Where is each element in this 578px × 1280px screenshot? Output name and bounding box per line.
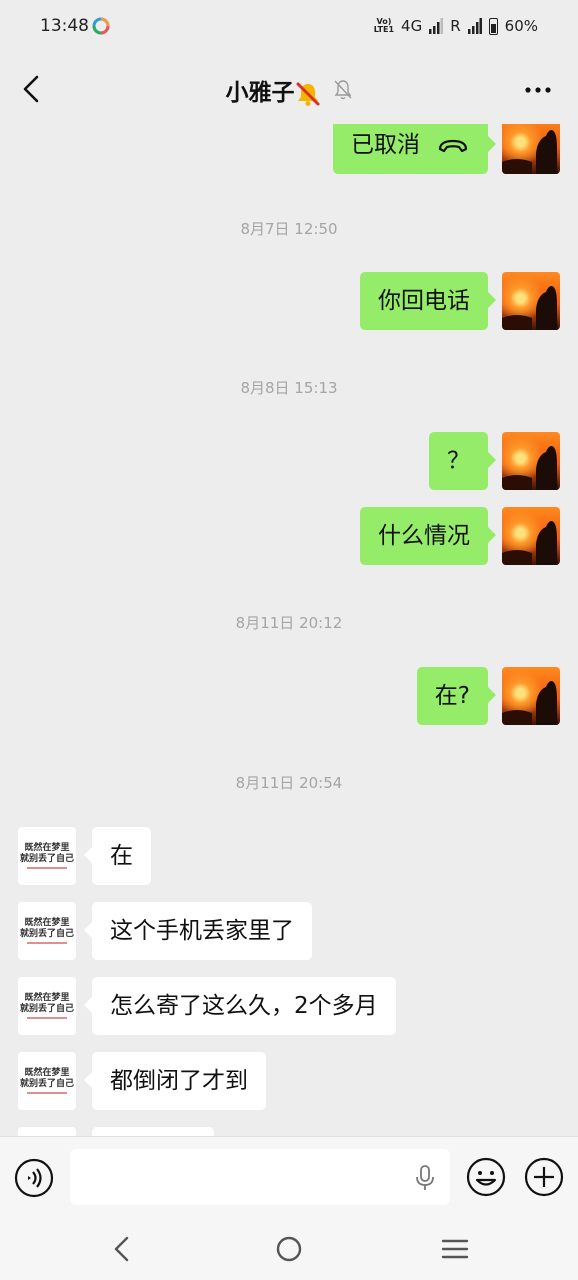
message-row-outgoing: ？	[429, 432, 560, 490]
message-bubble[interactable]: 怎么寄了这么久，2个多月	[84, 977, 396, 1035]
avatar-scribble	[27, 1092, 67, 1094]
contact-avatar-line1: 既然在梦里	[24, 843, 70, 853]
volte-indicator: Vo) LTE1	[373, 17, 395, 34]
signal-icon	[429, 18, 444, 34]
battery-percent: 60%	[504, 17, 538, 35]
message-row-incoming: 既然在梦里 就别丢了自己 怎么寄了这么久，2个多月	[18, 977, 396, 1035]
timestamp: 8月7日 12:50	[240, 220, 338, 238]
my-avatar[interactable]	[502, 432, 560, 490]
contact-avatar-line1: 既然在梦里	[24, 993, 70, 1003]
timestamp: 8月11日 20:12	[235, 614, 343, 632]
contact-avatar-line2: 就别丢了自己	[19, 1079, 74, 1089]
app-notification-icon	[92, 17, 110, 35]
message-bubble[interactable]: 在?	[416, 667, 497, 725]
signal-icon-2	[467, 18, 482, 34]
message-bubble[interactable]: 什么情况	[360, 507, 496, 565]
message-row-incoming: 既然在梦里 就别丢了自己 在	[18, 827, 151, 885]
system-nav-bar	[0, 1218, 578, 1280]
network-4g-label: 4G	[401, 17, 423, 35]
avatar-scribble	[27, 867, 67, 869]
plus-icon[interactable]	[523, 1156, 565, 1198]
status-time: 13:48	[40, 16, 89, 36]
call-record-bubble[interactable]: 已取消	[333, 124, 496, 174]
message-row-outgoing: 在?	[416, 667, 560, 725]
nav-recent-icon[interactable]	[441, 1238, 469, 1260]
my-avatar[interactable]	[502, 272, 560, 330]
voice-icon[interactable]	[14, 1158, 54, 1198]
battery-icon	[488, 17, 498, 35]
contact-avatar-line2: 就别丢了自己	[19, 929, 74, 939]
mute-icon	[333, 80, 352, 100]
contact-avatar[interactable]: 既然在梦里 就别丢了自己	[18, 1052, 76, 1110]
mic-icon[interactable]	[414, 1165, 436, 1191]
contact-name: 小雅子	[225, 80, 295, 106]
contact-avatar[interactable]: 既然在梦里 就别丢了自己	[18, 902, 76, 960]
more-icon[interactable]	[524, 86, 552, 94]
message-row-outgoing: 什么情况	[360, 507, 560, 565]
message-bubble[interactable]: 都倒闭了才到	[84, 1052, 266, 1110]
contact-avatar[interactable]: 既然在梦里 就别丢了自己	[18, 827, 76, 885]
message-bubble[interactable]: ？	[429, 432, 496, 490]
contact-avatar-line2: 就别丢了自己	[19, 854, 74, 864]
message-bubble[interactable]: 在	[84, 827, 151, 885]
message-bubble-partial[interactable]	[92, 1127, 214, 1136]
contact-avatar[interactable]	[18, 1127, 76, 1136]
nav-home-icon[interactable]	[276, 1236, 302, 1262]
message-bubble[interactable]: 你回电话	[360, 272, 496, 330]
contact-avatar-line1: 既然在梦里	[24, 1068, 70, 1078]
message-row-incoming: 既然在梦里 就别丢了自己 这个手机丢家里了	[18, 902, 312, 960]
call-hangup-icon	[438, 139, 468, 152]
timestamp: 8月8日 15:13	[240, 379, 338, 397]
my-avatar[interactable]	[502, 507, 560, 565]
contact-avatar[interactable]: 既然在梦里 就别丢了自己	[18, 977, 76, 1035]
input-bar	[0, 1136, 578, 1219]
avatar-scribble	[27, 1017, 67, 1019]
message-row-outgoing: 你回电话	[360, 272, 560, 330]
message-row-incoming-partial	[18, 1127, 214, 1136]
network-roaming-label: R	[450, 17, 461, 35]
message-input[interactable]	[70, 1149, 450, 1205]
nav-back-icon[interactable]	[110, 1236, 134, 1262]
chat-title-area[interactable]: 小雅子	[0, 73, 578, 107]
call-status-text: 已取消	[351, 132, 420, 158]
contact-avatar-line1: 既然在梦里	[24, 918, 70, 928]
status-bar: 13:48 Vo) LTE1 4G R 60%	[0, 0, 578, 54]
message-bubble[interactable]: 这个手机丢家里了	[84, 902, 312, 960]
message-list[interactable]: 已取消 8月7日 12:50 你回电话 8月8日 15:13 ？ 什么情况 8月…	[0, 124, 578, 1136]
bell-slash-emoji-icon	[296, 82, 319, 106]
status-indicators: Vo) LTE1 4G R 60%	[374, 16, 538, 36]
emoji-icon[interactable]	[465, 1156, 507, 1198]
avatar-scribble	[27, 942, 67, 944]
my-avatar[interactable]	[502, 124, 560, 174]
message-row-outgoing: 已取消	[333, 124, 560, 174]
timestamp: 8月11日 20:54	[235, 774, 343, 792]
my-avatar[interactable]	[502, 667, 560, 725]
contact-avatar-line2: 就别丢了自己	[19, 1004, 74, 1014]
chat-header: 小雅子	[0, 54, 578, 124]
message-row-incoming: 既然在梦里 就别丢了自己 都倒闭了才到	[18, 1052, 266, 1110]
